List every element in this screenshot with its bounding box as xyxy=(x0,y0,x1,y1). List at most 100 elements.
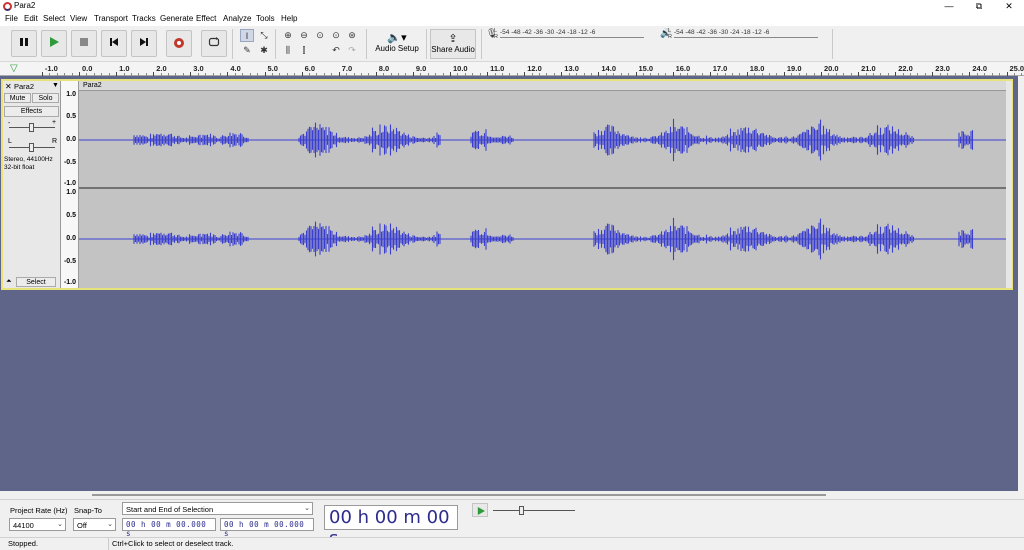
selection-end-time[interactable]: 00 h 00 m 00.000 s xyxy=(220,518,314,538)
status-state: Stopped. xyxy=(8,539,39,548)
ruler-tick-label: 6.0 xyxy=(304,64,316,73)
stop-icon xyxy=(72,37,96,50)
fit-selection-icon[interactable]: ⊙ xyxy=(313,29,327,42)
menu-tools[interactable]: Tools xyxy=(256,14,275,23)
multi-tool-icon[interactable]: ✱ xyxy=(257,44,271,57)
pause-icon xyxy=(12,37,36,50)
ruler-tick-label: 11.0 xyxy=(490,64,505,73)
play-at-speed-button[interactable] xyxy=(472,503,488,517)
ruler-tick-label: 24.0 xyxy=(972,64,987,73)
ruler-tick-label: 17.0 xyxy=(712,64,728,73)
zoom-toggle-icon[interactable]: ⊛ xyxy=(345,29,359,42)
snap-to-select[interactable]: Off ⌄ xyxy=(73,518,116,531)
audio-setup-button[interactable]: 🔈▾ Audio Setup xyxy=(373,29,421,59)
waveform-view[interactable]: Para2 xyxy=(79,81,1006,288)
ruler-tick-label: 0.0 xyxy=(82,64,93,73)
selection-mode-select[interactable]: Start and End of Selection ⌄ xyxy=(122,502,313,515)
playback-speed-track xyxy=(493,510,575,511)
undo-icon[interactable]: ↶ xyxy=(329,44,343,57)
playback-speed-slider[interactable] xyxy=(519,506,524,515)
play-button[interactable] xyxy=(41,30,67,57)
menu-view[interactable]: View xyxy=(70,14,87,23)
envelope-tool-icon[interactable]: ⤡ xyxy=(257,29,271,42)
project-rate-label: Project Rate (Hz) xyxy=(10,506,68,515)
ruler-tick-label: 23.0 xyxy=(935,64,950,73)
pan-slider[interactable] xyxy=(29,143,34,152)
record-meter[interactable]: 🎙 LR -54 -48 -42 -36 -30 -24 -18 -12 -6 xyxy=(486,28,651,40)
menu-bar: File Edit Select View Transport Tracks G… xyxy=(0,13,1024,26)
menu-analyze[interactable]: Analyze xyxy=(223,14,251,23)
gain-slider[interactable] xyxy=(29,123,34,132)
ruler-tick-label: 20.0 xyxy=(824,64,839,73)
menu-generate[interactable]: Generate xyxy=(160,14,193,23)
ruler-tick-label: 25.0 xyxy=(1009,64,1024,73)
playback-meter[interactable]: 🔊 LR -54 -48 -42 -36 -30 -24 -18 -12 -6 xyxy=(660,28,825,40)
draw-tool-icon[interactable]: ✎ xyxy=(240,44,254,57)
effects-button[interactable]: Effects xyxy=(4,106,59,117)
ruler-tick-label: 3.0 xyxy=(193,64,204,73)
silence-audio-icon[interactable]: ⫿ xyxy=(297,44,311,57)
loop-icon xyxy=(202,37,226,50)
ruler-tick-label: 9.0 xyxy=(415,64,427,73)
skip-to-start-button[interactable] xyxy=(101,30,127,57)
restore-button[interactable]: ⧉ xyxy=(964,0,994,13)
fit-project-icon[interactable]: ⊙ xyxy=(329,29,343,42)
timeline-ruler[interactable]: ▽ -1.0 0.0 1.0 2.0 3.0 4.0 5.0 6.0 7.0 8.0 9.0 10.0… xyxy=(0,62,1024,76)
menu-file[interactable]: File xyxy=(5,14,18,23)
pause-button[interactable] xyxy=(11,30,37,57)
ruler-tick-label: -1.0 xyxy=(44,64,58,73)
mute-button[interactable]: Mute xyxy=(4,93,31,103)
close-button[interactable]: ✕ xyxy=(994,0,1024,13)
track-menu-chevron-icon[interactable]: ▼ xyxy=(52,82,59,89)
trim-audio-icon[interactable]: ⫼ xyxy=(281,44,295,57)
stop-button[interactable] xyxy=(71,30,97,57)
share-audio-button[interactable]: ⇪ Share Audio xyxy=(430,29,476,59)
track-format-rate: Stereo, 44100Hz xyxy=(4,156,53,163)
ruler-tick-label: 19.0 xyxy=(786,64,802,73)
zoom-out-icon[interactable]: ⊖ xyxy=(297,29,311,42)
select-track-button[interactable]: Select xyxy=(16,277,56,287)
share-icon: ⇪ xyxy=(448,33,458,45)
audio-position-display[interactable]: 00 h 00 m 00 s xyxy=(324,505,458,549)
menu-edit[interactable]: Edit xyxy=(24,14,38,23)
loop-button[interactable] xyxy=(201,30,227,57)
play-icon xyxy=(42,37,66,50)
solo-button[interactable]: Solo xyxy=(32,93,59,103)
play-icon xyxy=(477,507,485,515)
collapse-track-icon[interactable]: ⏶ xyxy=(6,278,12,286)
vertical-scrollbar[interactable] xyxy=(1018,76,1024,491)
track-name-menu[interactable]: Para2 xyxy=(14,82,34,91)
close-track-icon[interactable]: ✕ xyxy=(5,82,12,91)
horizontal-scroll-thumb[interactable] xyxy=(92,494,826,496)
minimize-button[interactable]: — xyxy=(934,0,964,13)
chevron-down-icon: ⌄ xyxy=(107,521,113,528)
ruler-tick-label: 1.0 xyxy=(119,64,130,73)
ruler-tick-label: 21.0 xyxy=(861,64,876,73)
menu-help[interactable]: Help xyxy=(281,14,297,23)
waveform xyxy=(79,118,1006,261)
project-rate-select[interactable]: 44100 ⌄ xyxy=(9,518,66,531)
record-button[interactable] xyxy=(166,30,192,57)
selection-start-time[interactable]: 00 h 00 m 00.000 s xyxy=(122,518,216,538)
redo-icon[interactable]: ↷ xyxy=(345,44,359,57)
skip-to-start-icon xyxy=(102,37,126,50)
zoom-in-icon[interactable]: ⊕ xyxy=(281,29,295,42)
playback-meter-scale: -54 -48 -42 -36 -30 -24 -18 -12 -6 xyxy=(674,29,770,36)
skip-to-end-button[interactable] xyxy=(131,30,157,57)
ruler-tick-label: 18.0 xyxy=(749,64,765,73)
menu-tracks[interactable]: Tracks xyxy=(132,14,156,23)
ruler-tick-label: 15.0 xyxy=(638,64,654,73)
audio-setup-label: Audio Setup xyxy=(375,44,419,53)
horizontal-scrollbar[interactable] xyxy=(0,491,1024,499)
timeline-options-icon[interactable]: ▽ xyxy=(10,63,18,74)
status-bar: Stopped. Ctrl+Click to select or deselec… xyxy=(0,537,1024,550)
menu-transport[interactable]: Transport xyxy=(94,14,128,23)
track-format-bits: 32-bit float xyxy=(4,164,35,171)
menu-effect[interactable]: Effect xyxy=(196,14,216,23)
snap-to-label: Snap-To xyxy=(74,506,102,515)
amplitude-ruler[interactable]: 1.0 0.5 0.0 -0.5 -1.0 1.0 0.5 0.0 -0.5 -… xyxy=(61,81,79,288)
menu-select[interactable]: Select xyxy=(43,14,65,23)
selection-tool-icon[interactable]: I xyxy=(240,29,254,42)
ruler-tick-label: 7.0 xyxy=(341,64,353,73)
track-resize-edge[interactable] xyxy=(1006,81,1012,288)
